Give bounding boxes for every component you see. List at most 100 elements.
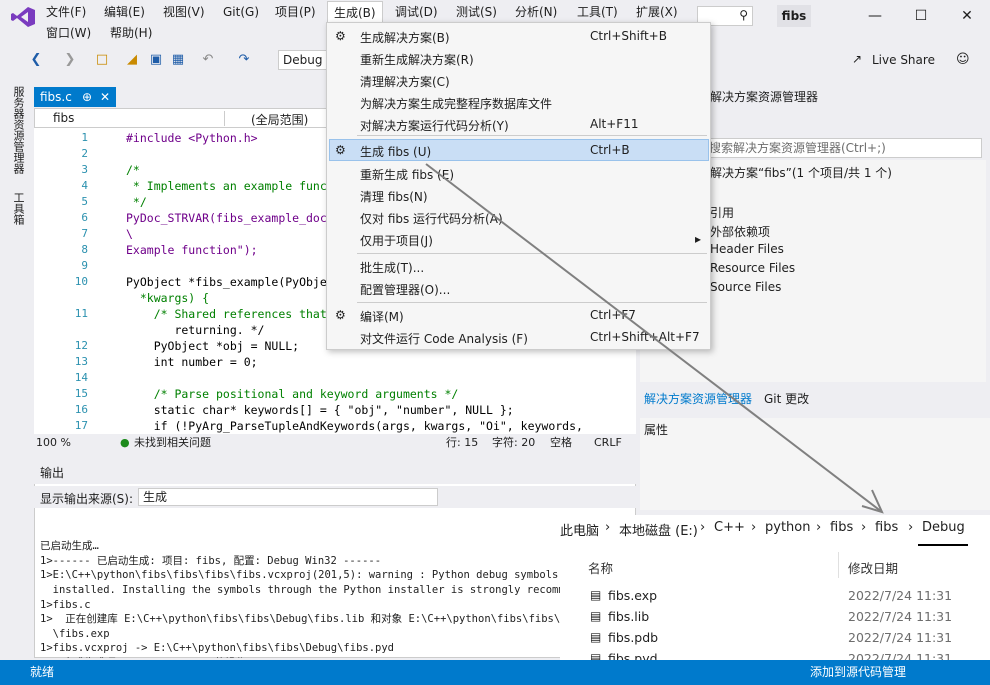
project-scope-select[interactable]: fibs [39,111,225,126]
left-tool-strip: 服务器资源管理器 工具箱 [0,80,30,460]
breadcrumb-separator-icon: › [605,520,611,535]
build-menu-item[interactable]: ⚙ 编译(M) Ctrl+F7 [327,307,710,327]
tree-item-source-files[interactable]: Source Files [710,280,781,294]
tab-git-changes[interactable]: Git 更改 [764,390,809,407]
redo-icon[interactable]: ↷ [236,52,252,68]
build-menu-item[interactable]: 重新生成 fibs (E) [327,165,710,185]
build-menu-item[interactable]: 仅用于项目(J) ▸ [327,231,710,251]
tab-label: fibs.c [40,90,72,104]
menu-tools[interactable]: 工具(T) [571,1,624,23]
column-date-header[interactable]: 修改日期 [848,558,898,577]
tree-item-header-files[interactable]: Header Files [710,242,784,256]
output-line: 1> 正在创建库 E:\C++\python\fibs\fibs\Debug\f… [40,613,567,626]
build-menu-item-label: 清理 fibs(N) [360,190,428,204]
build-menu-item-label: 配置管理器(O)... [360,283,451,297]
code-line: #include <Python.h> [126,131,258,145]
visual-studio-logo-icon [11,7,35,27]
build-menu-item[interactable]: 对解决方案运行代码分析(Y) Alt+F11 [327,116,710,136]
output-title: 输出 [40,466,65,480]
line-number-gutter: 12 [74,339,88,352]
menu-debug[interactable]: 调试(D) [389,1,444,23]
breadcrumb-item[interactable]: Debug [922,520,965,535]
menu-file[interactable]: 文件(F) [40,1,92,23]
search-icon: ⚲ [739,8,748,22]
tab-solution-explorer[interactable]: 解决方案资源管理器 [644,390,752,407]
menu-window[interactable]: 窗口(W) [40,22,97,44]
breadcrumb-item[interactable]: 此电脑 [560,520,599,539]
close-button[interactable]: ✕ [952,4,982,28]
build-menu-item[interactable]: 清理解决方案(C) [327,72,710,92]
build-menu-item[interactable]: 仅对 fibs 运行代码分析(A) [327,209,710,229]
output-line: 1>E:\C++\python\fibs\fibs\fibs\fibs.vcxp… [40,569,584,582]
build-menu-item-label: 仅对 fibs 运行代码分析(A) [360,212,503,226]
minimize-button[interactable]: — [860,4,890,28]
forward-icon[interactable]: ❯ [62,52,78,68]
build-icon: ⚙ [335,29,346,43]
build-menu-item[interactable]: ⚙ 生成 fibs (U) Ctrl+B [327,142,710,162]
tree-item-references[interactable]: 引用 [710,204,734,221]
menu-edit[interactable]: 编辑(E) [98,1,151,23]
back-icon[interactable]: ❮ [28,52,44,68]
build-menu-item[interactable]: 清理 fibs(N) [327,187,710,207]
live-share-button[interactable]: Live Share [872,53,935,67]
open-folder-icon[interactable]: ◢ [124,52,140,68]
build-menu-item[interactable]: 为解决方案生成完整程序数据库文件 [327,94,710,114]
column-name-header[interactable]: 名称 [588,558,613,577]
menu-analyze[interactable]: 分析(N) [509,1,563,23]
file-date: 2022/7/24 11:31 [848,609,953,624]
build-menu-item[interactable]: 对文件运行 Code Analysis (F) Ctrl+Shift+Alt+F7 [327,329,710,349]
tree-item-resource-files[interactable]: Resource Files [710,261,795,275]
breadcrumb-item[interactable]: C++ [714,520,745,535]
close-tab-icon[interactable]: ✕ [100,87,110,107]
output-source-select[interactable]: 生成 [138,488,438,506]
build-menu-item[interactable]: 配置管理器(O)... [327,280,710,300]
issues-status[interactable]: 未找到相关问题 [134,434,211,452]
line-number-gutter: 16 [74,403,88,416]
file-name[interactable]: fibs.exp [608,588,657,603]
undo-icon[interactable]: ↶ [200,52,216,68]
menu-view[interactable]: 视图(V) [157,1,211,23]
menu-git[interactable]: Git(G) [217,1,265,23]
code-line: * Implements an example func [126,179,327,193]
toolbox-tab[interactable]: 工具箱 [10,192,26,225]
build-menu-item[interactable]: 批生成(T)... [327,258,710,278]
menu-help[interactable]: 帮助(H) [104,22,158,44]
feedback-icon[interactable]: ☺ [956,52,970,67]
menu-separator [357,135,707,136]
breadcrumb-item[interactable]: python [765,520,810,535]
pin-icon[interactable]: ⊕ [82,87,92,107]
zoom-level[interactable]: 100 % [36,434,71,452]
maximize-button[interactable]: ☐ [906,4,936,28]
menu-extensions[interactable]: 扩展(X) [630,1,684,23]
save-all-icon[interactable]: ▦ [170,52,186,68]
build-menu-item-label: 清理解决方案(C) [360,75,450,89]
solution-config-select[interactable]: Debug [278,50,328,70]
code-line: /* Parse positional and keyword argument… [126,387,459,401]
new-project-icon[interactable]: □ [94,52,110,68]
build-menu-item[interactable]: ⚙ 生成解决方案(B) Ctrl+Shift+B [327,28,710,48]
breadcrumb-separator-icon: › [751,520,757,535]
global-scope-select[interactable]: (全局范围) [231,111,327,127]
tree-item-external-deps[interactable]: 外部依赖项 [710,223,770,240]
breadcrumb-item[interactable]: fibs [875,520,898,535]
file-name[interactable]: fibs.pdb [608,630,658,645]
menu-test[interactable]: 测试(S) [450,1,503,23]
editor-status-bar: 100 % ● 未找到相关问题 行: 15 字符: 20 空格 CRLF [34,434,636,452]
save-icon[interactable]: ▣ [148,52,164,68]
build-menu-shortcut: Ctrl+Shift+B [590,29,667,43]
solution-name-badge: fibs [777,5,811,27]
menu-build[interactable]: 生成(B) [327,1,383,24]
add-to-source-control[interactable]: 添加到源代码管理 [810,660,906,685]
solution-root[interactable]: 解决方案“fibs”(1 个项目/共 1 个) [710,164,892,181]
breadcrumb-item[interactable]: 本地磁盘 (E:) [619,520,698,539]
server-explorer-tab[interactable]: 服务器资源管理器 [10,86,26,174]
properties-panel: 属性 [640,418,990,510]
menu-project[interactable]: 项目(P) [269,1,322,23]
breadcrumb-item[interactable]: fibs [830,520,853,535]
build-menu-item[interactable]: 重新生成解决方案(R) [327,50,710,70]
breadcrumb-separator-icon: › [908,520,914,535]
build-menu-shortcut: Ctrl+B [590,143,630,157]
tab-fibs-c[interactable]: fibs.c ⊕ ✕ [34,87,116,107]
file-name[interactable]: fibs.lib [608,609,649,624]
build-icon: ⚙ [335,143,346,157]
